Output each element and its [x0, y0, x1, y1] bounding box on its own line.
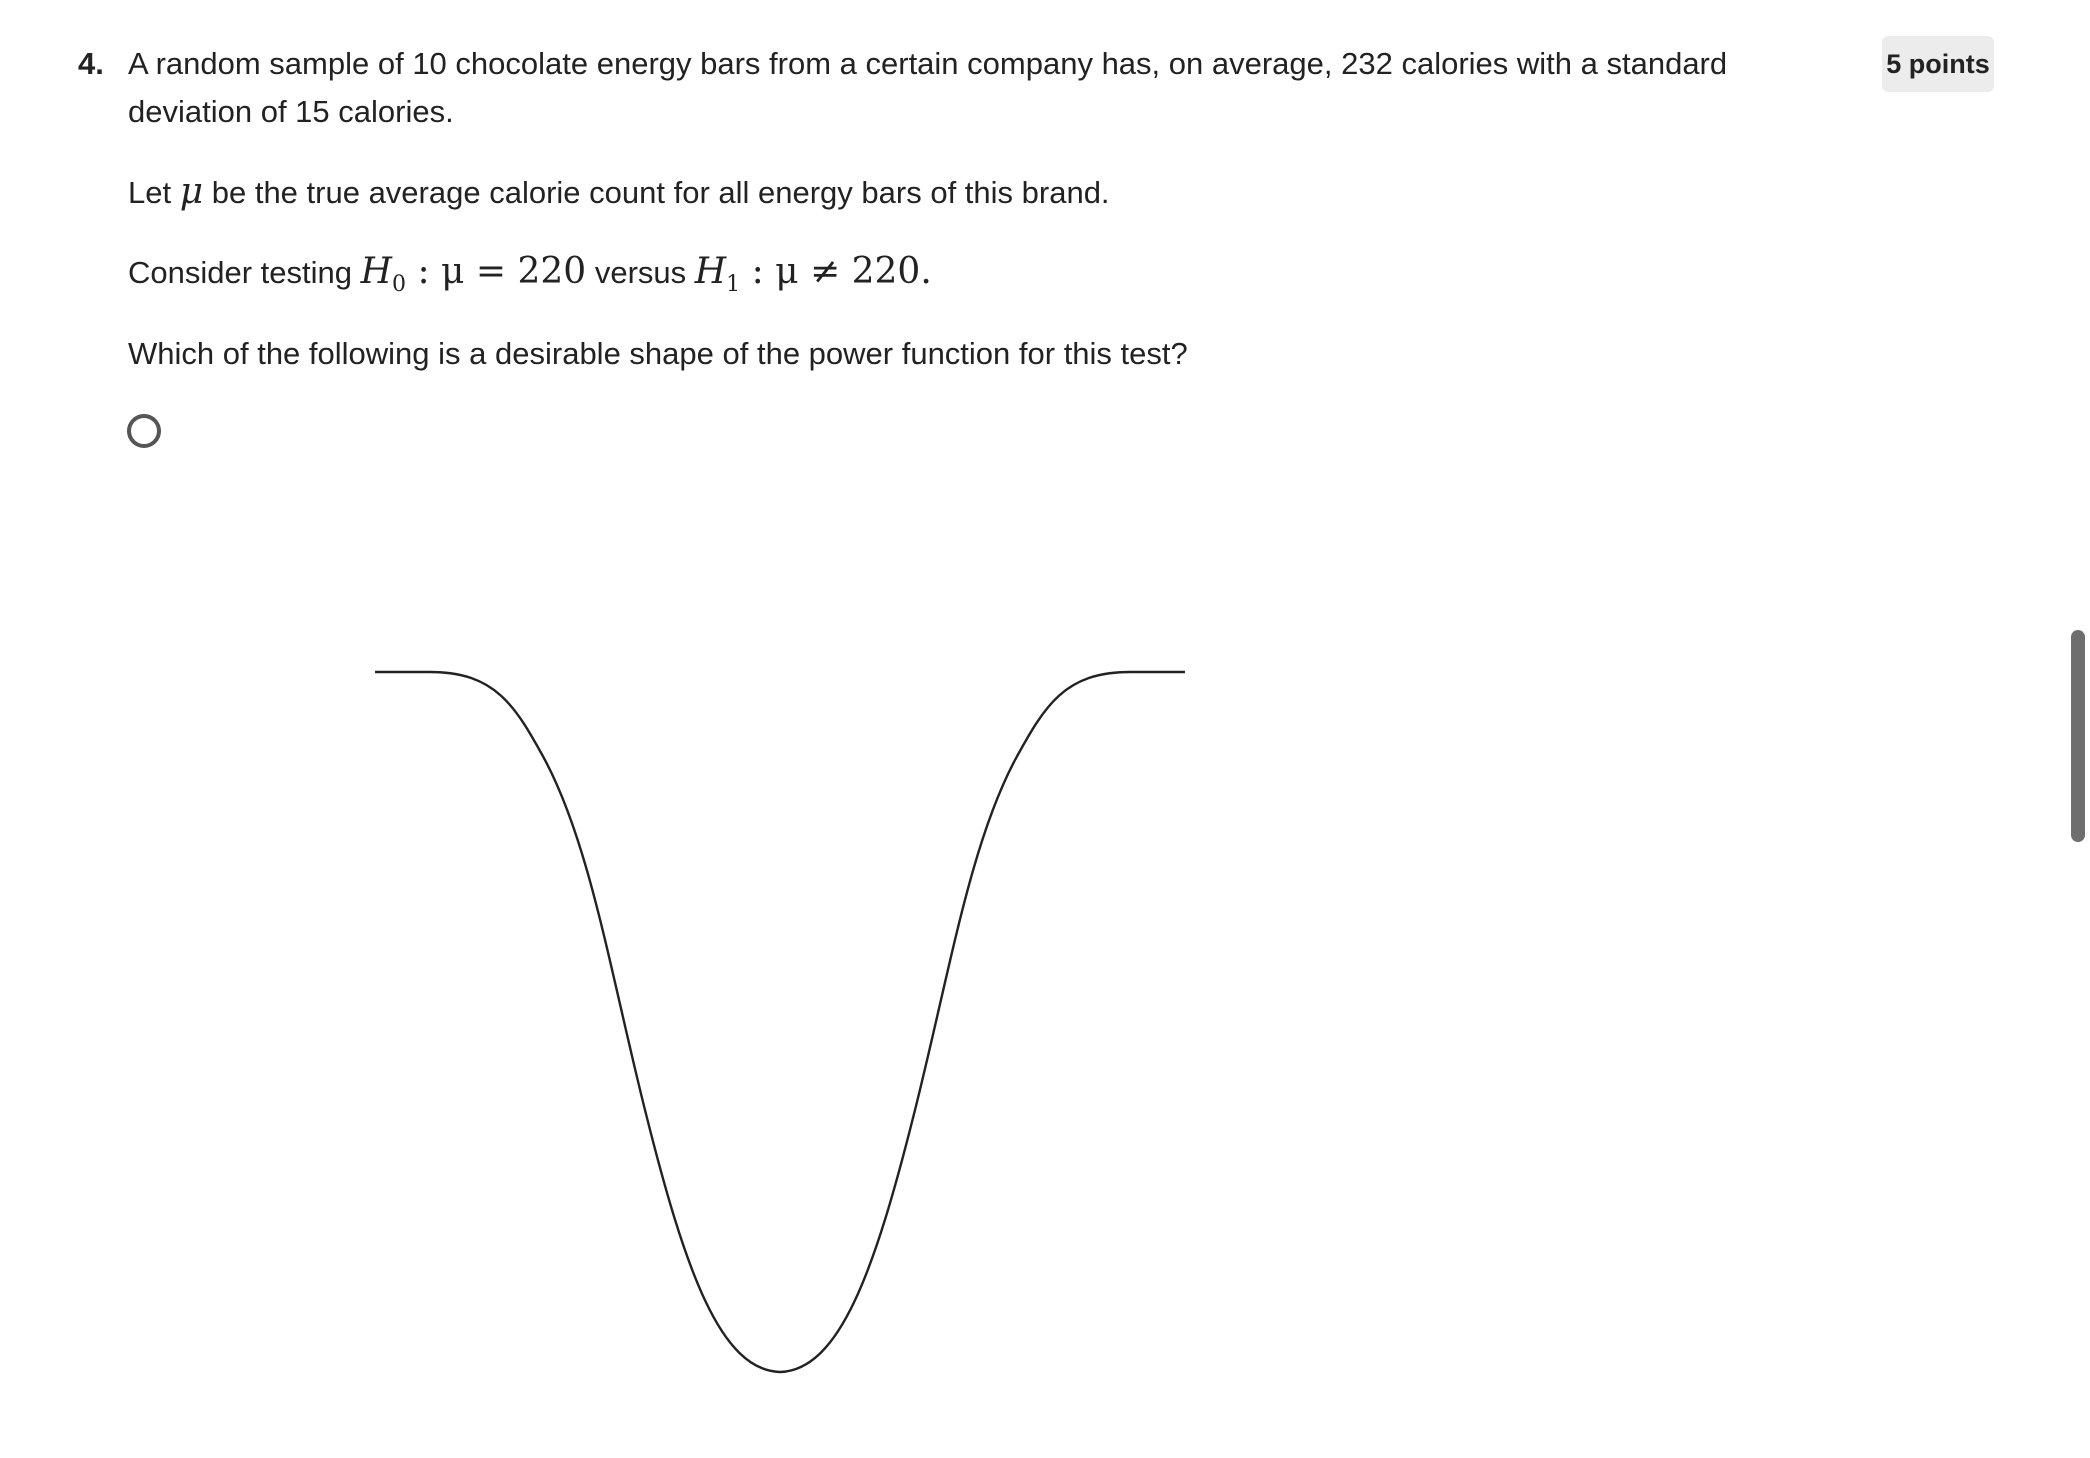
question-text-line-1: A random sample of 10 chocolate energy b…	[128, 46, 1728, 81]
h1-letter: H	[694, 251, 727, 292]
h0-letter: H	[360, 251, 393, 292]
alternative-hypothesis: H1 : μ ≠ 220	[694, 251, 921, 297]
hypotheses-period: .	[920, 251, 932, 292]
scrollbar-thumb[interactable]	[2071, 630, 2085, 842]
let-prefix: Let	[128, 175, 180, 210]
hypotheses: Consider testing H0 : μ = 220 versus H1 …	[128, 248, 932, 309]
h1-statement: : μ ≠ 220	[740, 251, 921, 292]
question-prompt: Which of the following is a desirable sh…	[128, 336, 1188, 371]
h0-statement: : μ = 220	[406, 251, 587, 292]
versus-text: versus	[586, 255, 695, 290]
h1-subscript: 1	[726, 272, 741, 297]
h0-subscript: 0	[392, 272, 407, 297]
let-suffix: be the true average calorie count for al…	[203, 175, 1110, 210]
mu-symbol: μ	[179, 171, 204, 212]
question-text-line-2: deviation of 15 calories.	[128, 94, 454, 129]
option-image-power-curve[interactable]	[340, 640, 1240, 1400]
consider-prefix: Consider testing	[128, 255, 361, 290]
quiz-page: 4. A random sample of 10 chocolate energ…	[0, 0, 2090, 1458]
points-badge: 5 points	[1882, 36, 1994, 92]
power-curve-line	[375, 670, 1185, 1374]
option-radio-button[interactable]	[127, 414, 161, 448]
null-hypothesis: H0 : μ = 220	[360, 251, 587, 297]
mu-definition: Let μ be the true average calorie count …	[128, 168, 1110, 217]
question-number: 4.	[78, 46, 104, 81]
